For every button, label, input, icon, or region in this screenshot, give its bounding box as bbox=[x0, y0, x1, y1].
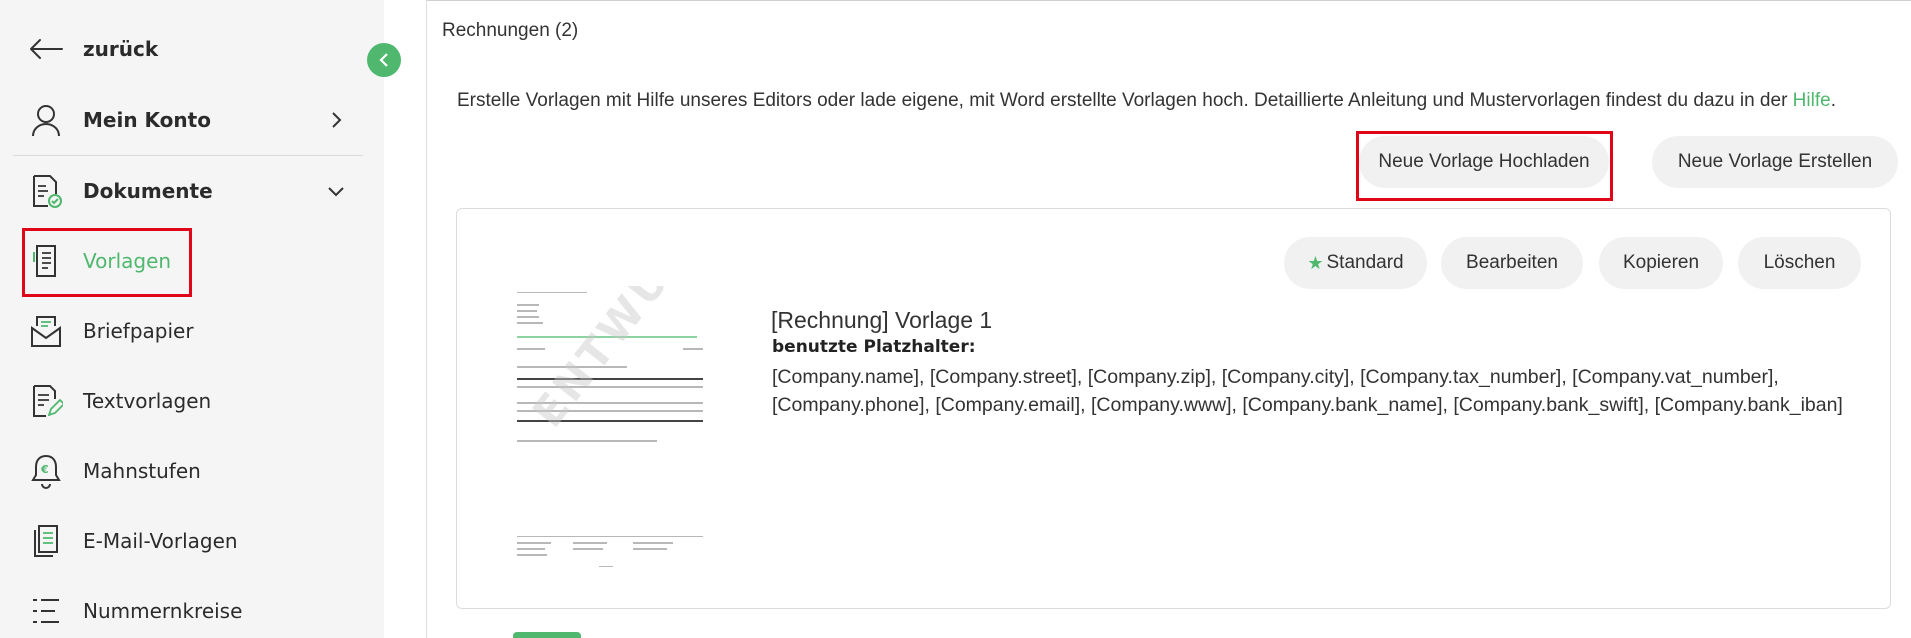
watermark-text: ENTWURF bbox=[523, 286, 709, 437]
template-preview-thumbnail[interactable]: ENTWURF bbox=[513, 286, 709, 570]
standard-label: Standard bbox=[1326, 252, 1404, 273]
collapse-sidebar-button[interactable] bbox=[367, 43, 401, 77]
placeholder-label: benutzte Platzhalter: bbox=[772, 337, 976, 357]
help-link[interactable]: Hilfe bbox=[1793, 90, 1831, 111]
highlight-box-vorlagen bbox=[22, 228, 192, 297]
main-divider bbox=[426, 0, 427, 638]
highlight-box-upload bbox=[1356, 131, 1613, 201]
sidebar-item-briefpapier[interactable]: Briefpapier bbox=[0, 306, 384, 356]
page-title: Rechnungen (2) bbox=[442, 20, 579, 41]
sidebar-item-textvorlagen[interactable]: Textvorlagen bbox=[0, 376, 384, 426]
back-label: zurück bbox=[83, 37, 159, 61]
template-title: [Rechnung] Vorlage 1 bbox=[771, 307, 993, 333]
sidebar-item-label: Mahnstufen bbox=[83, 459, 201, 483]
sidebar-item-label: Briefpapier bbox=[83, 319, 194, 343]
user-icon bbox=[28, 102, 64, 138]
next-card-badge bbox=[513, 632, 581, 638]
text-edit-icon bbox=[28, 383, 64, 419]
delete-button[interactable]: Löschen bbox=[1738, 237, 1861, 289]
sidebar: zurück Mein Konto Dokumente Vorlagen Bri… bbox=[0, 0, 384, 638]
top-border bbox=[426, 0, 1911, 1]
edit-button[interactable]: Bearbeiten bbox=[1441, 237, 1583, 289]
star-icon: ★ bbox=[1307, 252, 1324, 273]
sidebar-item-mahnstufen[interactable]: € Mahnstufen bbox=[0, 446, 384, 496]
sidebar-item-label: E-Mail-Vorlagen bbox=[83, 529, 238, 553]
account-label: Mein Konto bbox=[83, 108, 211, 132]
letter-icon bbox=[28, 313, 64, 349]
info-text: Erstelle Vorlagen mit Hilfe unseres Edit… bbox=[457, 90, 1836, 112]
document-check-icon bbox=[28, 173, 64, 209]
sidebar-item-account[interactable]: Mein Konto bbox=[0, 95, 384, 145]
copy-button[interactable]: Kopieren bbox=[1599, 237, 1723, 289]
sidebar-item-email-vorlagen[interactable]: E-Mail-Vorlagen bbox=[0, 516, 384, 566]
bell-euro-icon: € bbox=[28, 453, 64, 489]
email-template-icon bbox=[28, 523, 64, 559]
set-standard-button[interactable]: ★ Standard bbox=[1284, 237, 1427, 289]
arrow-left-icon bbox=[28, 31, 64, 67]
sidebar-item-nummernkreise[interactable]: Nummernkreise bbox=[0, 586, 384, 636]
placeholder-list: [Company.name], [Company.street], [Compa… bbox=[772, 366, 1843, 416]
sidebar-item-label: Textvorlagen bbox=[83, 389, 212, 413]
svg-text:€: € bbox=[40, 463, 49, 476]
chevron-left-icon bbox=[379, 53, 388, 67]
list-icon bbox=[28, 593, 64, 629]
documents-label: Dokumente bbox=[83, 179, 213, 203]
chevron-down-icon bbox=[324, 179, 348, 203]
back-link[interactable]: zurück bbox=[0, 24, 384, 74]
chevron-right-icon bbox=[324, 108, 348, 132]
create-template-button[interactable]: Neue Vorlage Erstellen bbox=[1652, 136, 1898, 188]
info-text-end: . bbox=[1830, 90, 1836, 111]
sidebar-divider bbox=[13, 155, 363, 156]
info-text-body: Erstelle Vorlagen mit Hilfe unseres Edit… bbox=[457, 90, 1793, 111]
sidebar-item-documents[interactable]: Dokumente bbox=[0, 166, 384, 216]
sidebar-item-label: Nummernkreise bbox=[83, 599, 243, 623]
